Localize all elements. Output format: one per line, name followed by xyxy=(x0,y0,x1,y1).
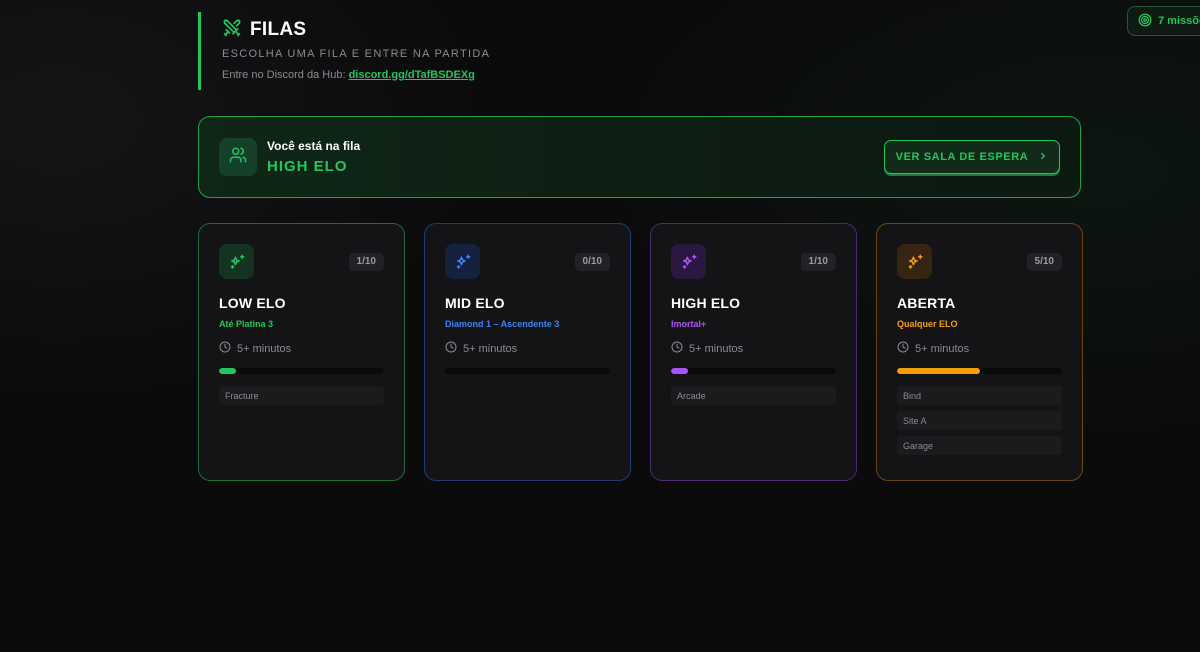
queue-status-text: Você está na fila xyxy=(267,139,361,153)
map-list: Arcade xyxy=(671,386,836,405)
banner-icon-box xyxy=(219,138,257,176)
map-chip: Bind xyxy=(897,386,1062,405)
users-icon xyxy=(229,146,247,169)
map-chip: Fracture xyxy=(219,386,384,405)
queue-rank-range: Qualquer ELO xyxy=(897,319,958,329)
queue-progress-bar xyxy=(445,368,610,374)
queue-rank-range: Imortal+ xyxy=(671,319,707,329)
queue-card-mid-elo[interactable]: 0/10 MID ELO Diamond 1 – Ascendente 3 5+… xyxy=(424,223,631,481)
missions-button[interactable]: 7 missões xyxy=(1127,6,1200,36)
map-list: Fracture xyxy=(219,386,384,405)
queue-status-banner: Você está na fila HIGH ELO VER SALA DE E… xyxy=(198,116,1081,198)
page-header: FILAS ESCOLHA UMA FILA E ENTRE NA PARTID… xyxy=(198,12,490,90)
clock-icon xyxy=(671,341,683,356)
clock-icon xyxy=(445,341,457,356)
clock-icon xyxy=(897,341,909,356)
queue-cards: 1/10 LOW ELO Até Platina 3 5+ minutos Fr… xyxy=(198,223,1083,481)
wait-time: 5+ minutos xyxy=(897,341,1062,356)
queue-card-aberta[interactable]: 5/10 ABERTA Qualquer ELO 5+ minutos Bind… xyxy=(876,223,1083,481)
map-chip: Garage xyxy=(897,436,1062,455)
wait-time-label: 5+ minutos xyxy=(915,342,970,355)
queue-rank-range: Até Platina 3 xyxy=(219,319,274,329)
queue-card-high-elo[interactable]: 1/10 HIGH ELO Imortal+ 5+ minutos Arcade xyxy=(650,223,857,481)
missions-label: 7 missões xyxy=(1158,15,1200,27)
queue-rank-range: Diamond 1 – Ascendente 3 xyxy=(445,319,560,329)
clock-icon xyxy=(219,341,231,356)
queue-progress-bar xyxy=(671,368,836,374)
target-icon xyxy=(1138,13,1152,30)
current-queue-name: HIGH ELO xyxy=(267,158,348,175)
queue-progress-fill xyxy=(897,368,980,374)
player-count-badge: 1/10 xyxy=(800,252,836,271)
sparkles-icon xyxy=(897,244,932,279)
wait-time: 5+ minutos xyxy=(671,341,836,356)
queue-card-low-elo[interactable]: 1/10 LOW ELO Até Platina 3 5+ minutos Fr… xyxy=(198,223,405,481)
map-chip: Site A xyxy=(897,411,1062,430)
view-waiting-room-label: VER SALA DE ESPERA xyxy=(895,151,1029,163)
queue-name: MID ELO xyxy=(445,295,505,311)
wait-time-label: 5+ minutos xyxy=(463,342,518,355)
map-chip: Arcade xyxy=(671,386,836,405)
queue-name: ABERTA xyxy=(897,295,956,311)
page-subtitle: ESCOLHA UMA FILA E ENTRE NA PARTIDA xyxy=(222,48,491,60)
view-waiting-room-button[interactable]: VER SALA DE ESPERA xyxy=(884,140,1060,174)
sparkles-icon xyxy=(445,244,480,279)
discord-link[interactable]: discord.gg/dTafBSDEXg xyxy=(349,69,475,81)
queue-name: HIGH ELO xyxy=(671,295,741,311)
chevron-right-icon xyxy=(1038,151,1048,164)
wait-time: 5+ minutos xyxy=(445,341,610,356)
queue-progress-bar xyxy=(897,368,1062,374)
crossed-swords-icon xyxy=(222,18,242,43)
discord-info: Entre no Discord da Hub: discord.gg/dTaf… xyxy=(222,69,490,81)
player-count-badge: 5/10 xyxy=(1026,252,1062,271)
queue-progress-fill xyxy=(671,368,688,374)
queue-name: LOW ELO xyxy=(219,295,286,311)
wait-time-label: 5+ minutos xyxy=(689,342,744,355)
page-title: FILAS xyxy=(250,19,307,40)
player-count-badge: 1/10 xyxy=(348,252,384,271)
map-list: Bind Site A Garage xyxy=(897,386,1062,455)
queue-progress-bar xyxy=(219,368,384,374)
discord-prefix: Entre no Discord da Hub: xyxy=(222,69,346,81)
wait-time: 5+ minutos xyxy=(219,341,384,356)
player-count-badge: 0/10 xyxy=(574,252,610,271)
queue-progress-fill xyxy=(219,368,236,374)
sparkles-icon xyxy=(219,244,254,279)
sparkles-icon xyxy=(671,244,706,279)
wait-time-label: 5+ minutos xyxy=(237,342,292,355)
